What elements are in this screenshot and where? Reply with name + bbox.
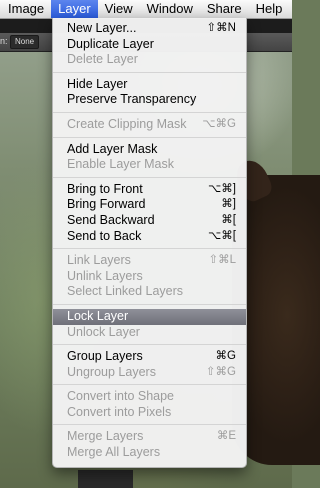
- menu-item-label: Merge Layers: [67, 429, 144, 444]
- menu-item-delete-layer: Delete Layer: [53, 52, 246, 68]
- menu-separator: [53, 136, 246, 138]
- menu-item-label: Create Clipping Mask: [67, 116, 187, 131]
- menu-item-merge-layers: Merge Layers ⌘E: [53, 429, 246, 445]
- menu-item-label: Bring to Front: [67, 181, 143, 196]
- menu-item-label: Merge All Layers: [67, 445, 161, 460]
- menu-item-label: Group Layers: [67, 349, 143, 364]
- options-label: n:: [0, 36, 8, 46]
- menu-item-bring-to-front[interactable]: Bring to Front ⌥⌘]: [53, 182, 246, 198]
- menu-item-shortcut: ⌘[: [221, 213, 236, 226]
- menu-item-label: Convert into Pixels: [67, 404, 172, 419]
- menu-window[interactable]: Window: [140, 0, 200, 18]
- menu-item-label: Select Linked Layers: [67, 284, 184, 299]
- menu-item-link-layers: Link Layers ⇧⌘L: [53, 253, 246, 269]
- menu-item-create-clipping-mask: Create Clipping Mask ⌥⌘G: [53, 117, 246, 133]
- menu-item-label: Send Backward: [67, 212, 155, 227]
- menu-item-group-layers[interactable]: Group Layers ⌘G: [53, 349, 246, 365]
- menu-item-shortcut: ⌥⌘]: [208, 182, 236, 195]
- menu-item-preserve-transparency[interactable]: Preserve Transparency: [53, 92, 246, 108]
- menu-item-label: Send to Back: [67, 228, 142, 243]
- menu-separator: [53, 344, 246, 346]
- menu-item-label: Link Layers: [67, 253, 131, 268]
- options-select[interactable]: None: [10, 35, 40, 49]
- menu-item-label: Bring Forward: [67, 197, 146, 212]
- canvas-dark-strip: [78, 470, 133, 488]
- layer-dropdown-menu: New Layer... ⇧⌘N Duplicate Layer Delete Lay…: [52, 18, 247, 468]
- menu-item-label: Ungroup Layers: [67, 364, 156, 379]
- menu-item-new-layer[interactable]: New Layer... ⇧⌘N: [53, 21, 246, 37]
- menu-separator: [53, 248, 246, 250]
- menu-item-send-to-back[interactable]: Send to Back ⌥⌘[: [53, 229, 246, 245]
- menu-item-label: Enable Layer Mask: [67, 157, 175, 172]
- menu-item-unlink-layers: Unlink Layers: [53, 269, 246, 285]
- menu-layer[interactable]: Layer: [51, 0, 98, 18]
- menu-item-shortcut: ⌥⌘G: [202, 117, 236, 130]
- menu-item-convert-into-shape: Convert into Shape: [53, 389, 246, 405]
- menu-item-add-layer-mask[interactable]: Add Layer Mask: [53, 142, 246, 158]
- menu-separator: [53, 303, 246, 305]
- menu-item-shortcut: ⌘E: [216, 430, 236, 443]
- menu-item-label: Unlink Layers: [67, 268, 143, 283]
- menu-separator: [53, 111, 246, 113]
- menu-item-label: New Layer...: [67, 21, 137, 35]
- menu-image[interactable]: Image: [0, 0, 51, 18]
- menu-separator: [53, 176, 246, 178]
- menu-item-merge-all-layers: Merge All Layers: [53, 445, 246, 461]
- menu-item-hide-layer[interactable]: Hide Layer: [53, 77, 246, 93]
- menu-item-convert-into-pixels: Convert into Pixels: [53, 405, 246, 421]
- menu-item-label: Add Layer Mask: [67, 141, 158, 156]
- menu-item-duplicate-layer[interactable]: Duplicate Layer: [53, 37, 246, 53]
- menu-item-shortcut: ⌘G: [215, 350, 236, 363]
- menu-item-enable-layer-mask: Enable Layer Mask: [53, 157, 246, 173]
- menu-item-ungroup-layers: Ungroup Layers ⇧⌘G: [53, 365, 246, 381]
- menu-bar: Image Layer View Window Share Help: [0, 0, 292, 19]
- menu-separator: [53, 71, 246, 73]
- menu-item-shortcut: ⌥⌘[: [208, 229, 236, 242]
- menu-separator: [53, 424, 246, 426]
- menu-item-shortcut: ⇧⌘L: [208, 254, 236, 267]
- menu-item-bring-forward[interactable]: Bring Forward ⌘]: [53, 197, 246, 213]
- menu-view[interactable]: View: [98, 0, 140, 18]
- menu-item-shortcut: ⇧⌘N: [206, 22, 236, 34]
- menu-item-label: Convert into Shape: [67, 389, 175, 404]
- menu-separator: [53, 384, 246, 386]
- menu-item-shortcut: ⌘]: [221, 198, 236, 211]
- menu-item-select-linked-layers: Select Linked Layers: [53, 284, 246, 300]
- menu-share[interactable]: Share: [200, 0, 249, 18]
- menu-help[interactable]: Help: [249, 0, 290, 18]
- menu-item-lock-layer[interactable]: Lock Layer: [53, 308, 246, 325]
- menu-item-shortcut: ⇧⌘G: [205, 365, 236, 378]
- menu-item-send-backward[interactable]: Send Backward ⌘[: [53, 213, 246, 229]
- menu-item-label: Preserve Transparency: [67, 92, 197, 107]
- menu-item-label: Delete Layer: [67, 52, 138, 67]
- menu-item-label: Hide Layer: [67, 76, 128, 91]
- menu-item-unlock-layer: Unlock Layer: [53, 325, 246, 341]
- menu-item-label: Lock Layer: [67, 308, 129, 323]
- menu-item-label: Duplicate Layer: [67, 36, 154, 51]
- menu-item-label: Unlock Layer: [67, 324, 140, 339]
